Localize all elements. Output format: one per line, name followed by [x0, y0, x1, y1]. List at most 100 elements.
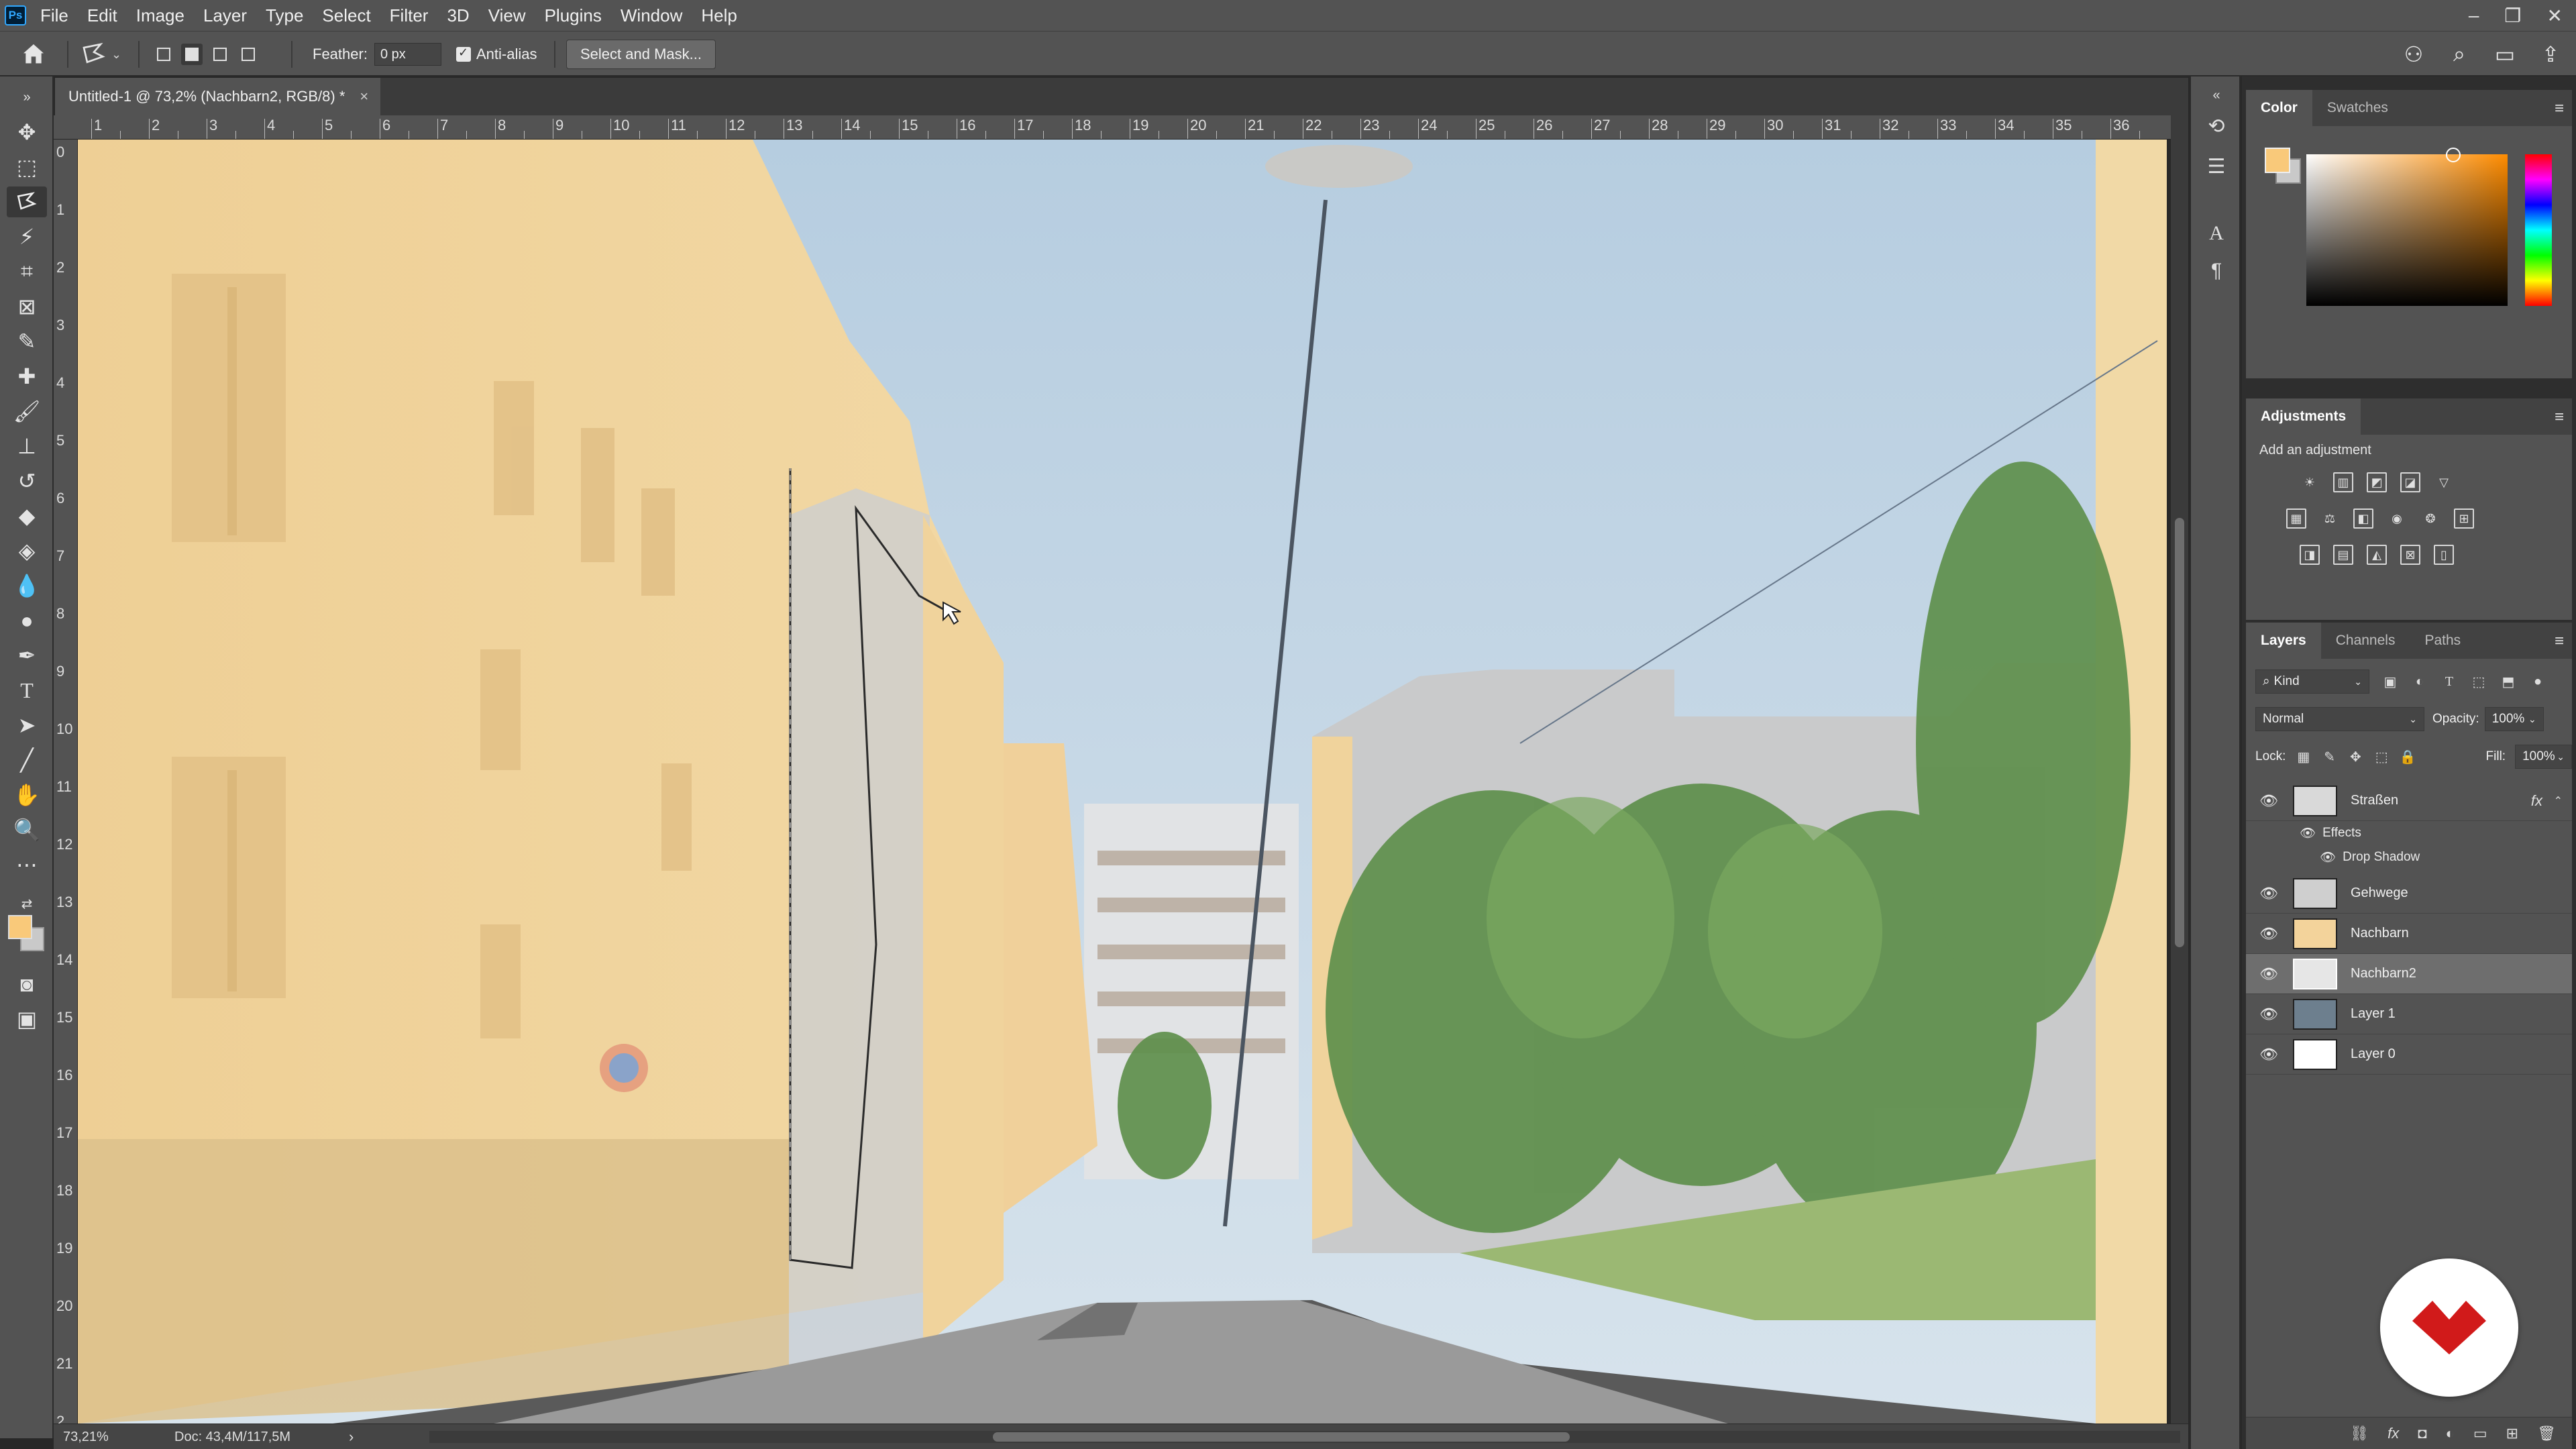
blend-mode-select[interactable]: Normal ⌄ [2255, 707, 2424, 731]
restore-icon[interactable]: ❐ [2504, 5, 2521, 27]
menu-type[interactable]: Type [256, 0, 313, 31]
exposure-icon[interactable]: ◪ [2400, 472, 2420, 492]
path-selection-icon[interactable]: ➤ [7, 710, 47, 741]
ruler-vertical[interactable]: 0 1 2 3 4 5 6 7 8 9 10 11 12 13 14 15 16 17 18 19 20 21 2 [54, 140, 78, 1424]
threshold-icon[interactable]: ◭ [2367, 545, 2387, 565]
menu-view[interactable]: View [479, 0, 535, 31]
paint-bucket-icon[interactable]: ◈ [7, 535, 47, 566]
layer-row-strassen[interactable]: 👁 Straßen fx ⌃ [2246, 781, 2572, 821]
menu-3d[interactable]: 3D [437, 0, 478, 31]
lock-position-icon[interactable]: ✥ [2347, 748, 2364, 765]
channel-mixer-icon[interactable]: ❂ [2420, 508, 2440, 529]
layer-row-gehwege[interactable]: 👁 Gehwege [2246, 873, 2572, 914]
visibility-eye-icon[interactable]: 👁 [2255, 792, 2282, 810]
healing-brush-icon[interactable]: ✚ [7, 361, 47, 392]
new-adjustment-layer-icon[interactable]: ◐ [2446, 1425, 2455, 1442]
screen-mode-icon[interactable]: ▣ [7, 1004, 47, 1034]
workspace-icon[interactable]: ▭ [2490, 42, 2520, 67]
intersect-selection-icon[interactable] [237, 44, 259, 65]
new-group-icon[interactable]: ▭ [2473, 1425, 2487, 1442]
crop-tool-icon[interactable]: ⌗ [7, 256, 47, 287]
layer-effects-icon[interactable]: fx [2531, 792, 2542, 810]
curves-icon[interactable]: ◩ [2367, 472, 2387, 492]
collapse-toolbar-icon[interactable]: » [7, 82, 47, 113]
menu-filter[interactable]: Filter [380, 0, 438, 31]
color-swatches[interactable] [8, 915, 48, 955]
type-tool-icon[interactable]: T [7, 675, 47, 706]
tab-layers[interactable]: Layers [2246, 623, 2321, 659]
drop-shadow-eye-icon[interactable]: 👁 [2320, 849, 2336, 865]
share-profile-icon[interactable]: ⚇ [2399, 42, 2428, 67]
filter-smart-object-icon[interactable]: ⬒ [2500, 673, 2517, 690]
invert-icon[interactable]: ◨ [2300, 545, 2320, 565]
horizontal-scroll-thumb[interactable] [993, 1432, 1570, 1442]
tab-color[interactable]: Color [2246, 90, 2312, 126]
selective-color-icon[interactable]: ⊠ [2400, 545, 2420, 565]
layer-row-layer-0[interactable]: 👁 Layer 0 [2246, 1034, 2572, 1075]
menu-edit[interactable]: Edit [78, 0, 127, 31]
more-tools-icon[interactable]: ⋯ [7, 849, 47, 880]
layer-name[interactable]: Nachbarn2 [2351, 966, 2416, 981]
hand-tool-icon[interactable]: ✋ [7, 780, 47, 810]
zoom-level[interactable]: 73,21% [63, 1430, 109, 1445]
lock-all-icon[interactable]: 🔒 [2400, 748, 2416, 765]
add-layer-style-icon[interactable]: fx [2387, 1425, 2399, 1442]
magic-wand-icon[interactable]: ⚡ [7, 221, 47, 252]
status-menu-arrow-icon[interactable]: › [349, 1428, 354, 1446]
menu-plugins[interactable]: Plugins [535, 0, 611, 31]
line-tool-icon[interactable]: ╱ [7, 745, 47, 775]
character-panel-icon[interactable]: A [2200, 217, 2233, 250]
visibility-eye-icon[interactable]: 👁 [2255, 965, 2282, 983]
filter-adjustment-icon[interactable]: ◐ [2411, 673, 2428, 690]
canvas-area[interactable] [78, 140, 2171, 1424]
menu-window[interactable]: Window [611, 0, 692, 31]
filter-type-icon[interactable]: T [2440, 673, 2458, 690]
properties-panel-icon[interactable]: ☰ [2200, 150, 2233, 182]
canvas-image[interactable] [78, 140, 2167, 1424]
panel-menu-icon[interactable]: ≡ [2555, 408, 2564, 427]
history-brush-icon[interactable]: ↺ [7, 466, 47, 496]
layer-name[interactable]: Layer 1 [2351, 1006, 2396, 1022]
paragraph-panel-icon[interactable]: ¶ [2200, 255, 2233, 287]
link-layers-icon[interactable]: ⛓ [2350, 1425, 2369, 1442]
app-logo[interactable]: Ps [0, 0, 31, 31]
layer-filter-select[interactable]: ⌕ Kind ⌄ [2255, 669, 2369, 694]
collapse-effects-icon[interactable]: ⌃ [2554, 794, 2563, 808]
menu-select[interactable]: Select [313, 0, 380, 31]
visibility-eye-icon[interactable]: 👁 [2255, 885, 2282, 902]
effects-eye-icon[interactable]: 👁 [2300, 825, 2316, 841]
vibrance-icon[interactable]: ▽ [2434, 472, 2454, 492]
layer-row-nachbarn[interactable]: 👁 Nachbarn [2246, 914, 2572, 954]
tab-paths[interactable]: Paths [2410, 623, 2475, 659]
close-tab-icon[interactable]: × [360, 88, 368, 105]
effects-row[interactable]: 👁 Effects [2300, 825, 2361, 841]
layer-row-nachbarn2[interactable]: 👁 Nachbarn2 [2246, 954, 2572, 994]
dodge-tool-icon[interactable]: ● [7, 605, 47, 636]
panel-menu-icon[interactable]: ≡ [2555, 632, 2564, 651]
opacity-input[interactable]: 100% ⌄ [2484, 707, 2544, 731]
visibility-eye-icon[interactable]: 👁 [2255, 925, 2282, 943]
filter-toggle-icon[interactable]: ● [2529, 673, 2546, 690]
tab-swatches[interactable]: Swatches [2312, 90, 2403, 126]
menu-layer[interactable]: Layer [194, 0, 256, 31]
add-mask-icon[interactable]: ◘ [2418, 1425, 2426, 1442]
panel-foreground-color[interactable] [2265, 148, 2290, 173]
color-balance-icon[interactable]: ⚖ [2320, 508, 2340, 529]
vertical-scroll-thumb[interactable] [2175, 518, 2184, 947]
quick-mask-icon[interactable]: ◙ [7, 969, 47, 1000]
gradient-map-icon[interactable]: ▯ [2434, 545, 2454, 565]
frame-tool-icon[interactable]: ⊠ [7, 291, 47, 322]
layer-row-layer-1[interactable]: 👁 Layer 1 [2246, 994, 2572, 1034]
hue-slider[interactable] [2525, 154, 2552, 306]
vertical-scrollbar[interactable] [2171, 115, 2188, 1424]
lock-transparent-icon[interactable]: ▦ [2295, 748, 2312, 765]
filter-pixel-icon[interactable]: ▣ [2381, 673, 2399, 690]
layer-name[interactable]: Layer 0 [2351, 1046, 2396, 1062]
collapse-panels-icon[interactable]: « [2200, 79, 2233, 111]
layer-name[interactable]: Straßen [2351, 793, 2398, 808]
menu-file[interactable]: File [31, 0, 78, 31]
drop-shadow-row[interactable]: 👁 Drop Shadow [2320, 849, 2420, 865]
photo-filter-icon[interactable]: ◉ [2387, 508, 2407, 529]
lock-artboard-icon[interactable]: ⬚ [2373, 748, 2390, 765]
color-picker-marker[interactable] [2446, 148, 2461, 162]
